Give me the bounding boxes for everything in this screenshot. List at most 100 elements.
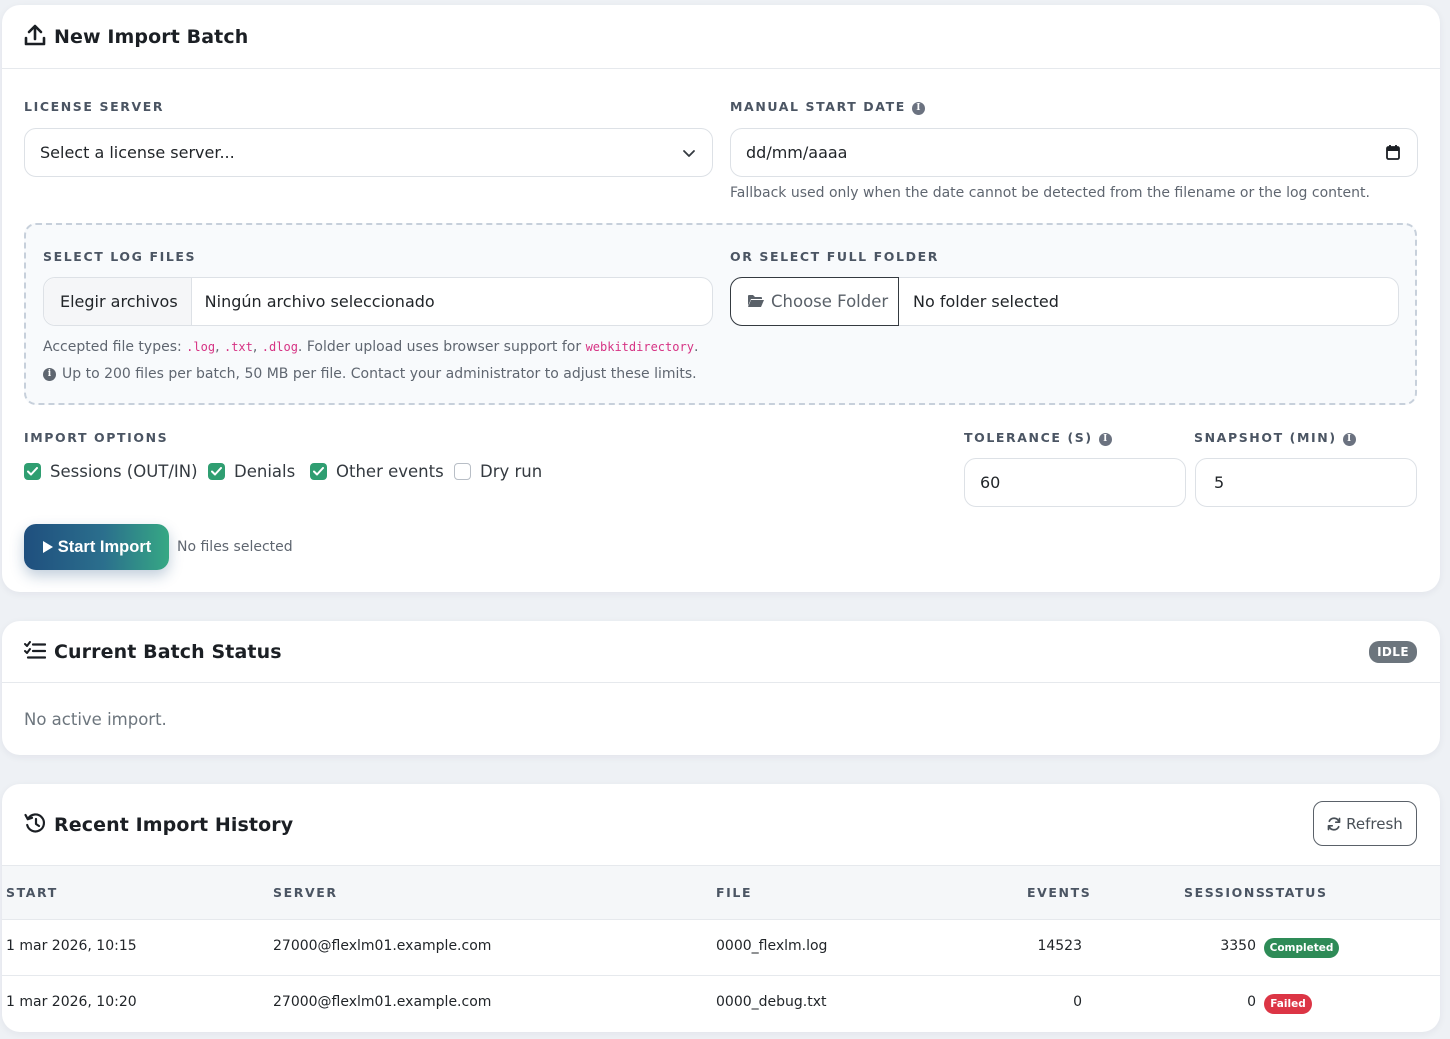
info-icon[interactable]: i — [1342, 433, 1356, 446]
license-server-placeholder: Select a license server... — [40, 143, 235, 162]
snapshot-label: SNAPSHOT (MIN) i — [1194, 430, 1356, 446]
accepted-prefix: Accepted file types: — [43, 339, 187, 355]
choose-folder-label: Choose Folder — [771, 291, 889, 311]
history-card: Recent Import History Refresh START SERV… — [2, 784, 1440, 1032]
chevron-down-icon — [682, 145, 696, 164]
history-title: Recent Import History — [54, 813, 294, 836]
calendar-icon[interactable] — [1386, 144, 1400, 164]
option-denials[interactable]: Denials — [208, 462, 295, 481]
info-icon[interactable]: i — [911, 102, 925, 115]
refresh-button[interactable]: Refresh — [1313, 801, 1417, 846]
check-icon[interactable] — [208, 463, 225, 480]
folder-status: No folder selected — [913, 292, 1059, 311]
batch-status-card: Current Batch Status IDLE No active impo… — [2, 621, 1440, 755]
import-options-label: IMPORT OPTIONS — [24, 430, 169, 445]
option-dry-run-label: Dry run — [480, 462, 543, 481]
refresh-icon — [1327, 816, 1341, 831]
choose-files-button[interactable]: Elegir archivos — [44, 278, 192, 325]
cell-file: 0000_flexlm.log — [716, 938, 828, 954]
info-circle-icon: i — [43, 367, 56, 381]
col-sessions: SESSIONS — [1184, 885, 1267, 900]
type-dlog: .dlog — [261, 340, 298, 354]
choose-folder-button[interactable]: Choose Folder — [730, 276, 899, 326]
manual-start-date-label-text: MANUAL START DATE — [730, 99, 906, 114]
new-import-header: New Import Batch — [2, 5, 1440, 69]
option-other-events[interactable]: Other events — [310, 462, 444, 481]
log-files-label: SELECT LOG FILES — [43, 249, 197, 264]
col-server: SERVER — [273, 885, 338, 900]
table-row[interactable]: 1 mar 2026, 10:15 27000@flexlm01.example… — [2, 920, 1440, 975]
col-events: EVENTS — [1027, 885, 1092, 900]
cell-server: 27000@flexlm01.example.com — [273, 938, 492, 954]
date-placeholder: dd/mm/aaaa — [746, 143, 848, 162]
limits-message: Up to 200 files per batch, 50 MB per fil… — [62, 366, 697, 382]
list-check-icon — [24, 641, 47, 664]
license-server-label: LICENSE SERVER — [24, 99, 164, 114]
status-badge: IDLE — [1369, 641, 1417, 663]
col-file: FILE — [716, 885, 753, 900]
snapshot-input[interactable]: 5 — [1195, 458, 1417, 507]
refresh-label: Refresh — [1346, 814, 1403, 833]
status-badge-completed: Completed — [1264, 938, 1339, 958]
accepted-types-text: Accepted file types: .log, .txt, .dlog. … — [43, 339, 698, 355]
folder-open-icon — [747, 294, 765, 308]
cell-events: 0 — [1073, 994, 1082, 1010]
limits-text: i Up to 200 files per batch, 50 MB per f… — [43, 366, 697, 382]
tolerance-label: TOLERANCE (S) i — [964, 430, 1112, 446]
start-import-button[interactable]: Start Import — [24, 524, 169, 570]
upload-icon — [24, 24, 46, 52]
col-start: START — [6, 885, 58, 900]
start-import-label: Start Import — [57, 537, 152, 556]
batch-status-message: No active import. — [24, 710, 167, 729]
tolerance-input[interactable]: 60 — [964, 458, 1186, 507]
history-table: START SERVER FILE EVENTS SESSIONS STATUS… — [2, 865, 1440, 1032]
accepted-suffix: . — [693, 339, 699, 355]
api-name: webkitdirectory — [585, 340, 694, 354]
tolerance-label-text: TOLERANCE (S) — [964, 430, 1093, 445]
cell-start: 1 mar 2026, 10:20 — [6, 994, 137, 1010]
table-row[interactable]: 1 mar 2026, 10:20 27000@flexlm01.example… — [2, 976, 1440, 1032]
folder-label: OR SELECT FULL FOLDER — [730, 249, 939, 264]
tolerance-value: 60 — [980, 473, 1001, 492]
history-header: Recent Import History Refresh — [2, 784, 1440, 865]
start-status: No files selected — [177, 539, 293, 555]
option-sessions[interactable]: Sessions (OUT/IN) — [24, 462, 198, 481]
play-icon — [42, 540, 54, 554]
cell-sessions: 0 — [1247, 994, 1256, 1010]
status-badge-failed: Failed — [1264, 994, 1312, 1014]
manual-start-date-input[interactable]: dd/mm/aaaa — [730, 128, 1418, 177]
cell-sessions: 3350 — [1220, 938, 1256, 954]
license-server-label-text: LICENSE SERVER — [24, 99, 165, 114]
type-txt: .txt — [223, 340, 253, 354]
unchecked-box-icon[interactable] — [454, 463, 471, 480]
accepted-middle: . Folder upload uses browser support for — [297, 339, 586, 355]
cell-server: 27000@flexlm01.example.com — [273, 994, 492, 1010]
history-icon — [24, 812, 47, 839]
type-log: .log — [186, 340, 216, 354]
log-files-input[interactable]: Elegir archivos Ningún archivo seleccion… — [43, 277, 713, 326]
batch-status-title: Current Batch Status — [54, 640, 282, 663]
option-denials-label: Denials — [234, 462, 296, 481]
accepted-sep-2: , — [252, 339, 262, 355]
accepted-sep-1: , — [215, 339, 224, 355]
batch-status-header: Current Batch Status IDLE — [2, 621, 1440, 683]
snapshot-label-text: SNAPSHOT (MIN) — [1194, 430, 1337, 445]
cell-start: 1 mar 2026, 10:15 — [6, 938, 137, 954]
check-icon[interactable] — [24, 463, 41, 480]
folder-input: Choose Folder No folder selected — [730, 276, 1399, 326]
date-help-text: Fallback used only when the date cannot … — [730, 185, 1370, 201]
check-icon[interactable] — [310, 463, 327, 480]
new-import-card: New Import Batch LICENSE SERVER Select a… — [2, 5, 1440, 592]
option-dry-run[interactable]: Dry run — [454, 462, 542, 481]
manual-start-date-label: MANUAL START DATE i — [730, 99, 925, 115]
snapshot-value: 5 — [1214, 473, 1225, 492]
page-title: New Import Batch — [54, 25, 249, 48]
cell-events: 14523 — [1037, 938, 1082, 954]
cell-file: 0000_debug.txt — [716, 994, 827, 1010]
option-other-events-label: Other events — [336, 462, 444, 481]
info-icon[interactable]: i — [1098, 433, 1112, 446]
col-status: STATUS — [1265, 885, 1328, 900]
license-server-select[interactable]: Select a license server... — [24, 128, 713, 177]
log-files-status: Ningún archivo seleccionado — [204, 292, 435, 311]
option-sessions-label: Sessions (OUT/IN) — [50, 462, 198, 481]
